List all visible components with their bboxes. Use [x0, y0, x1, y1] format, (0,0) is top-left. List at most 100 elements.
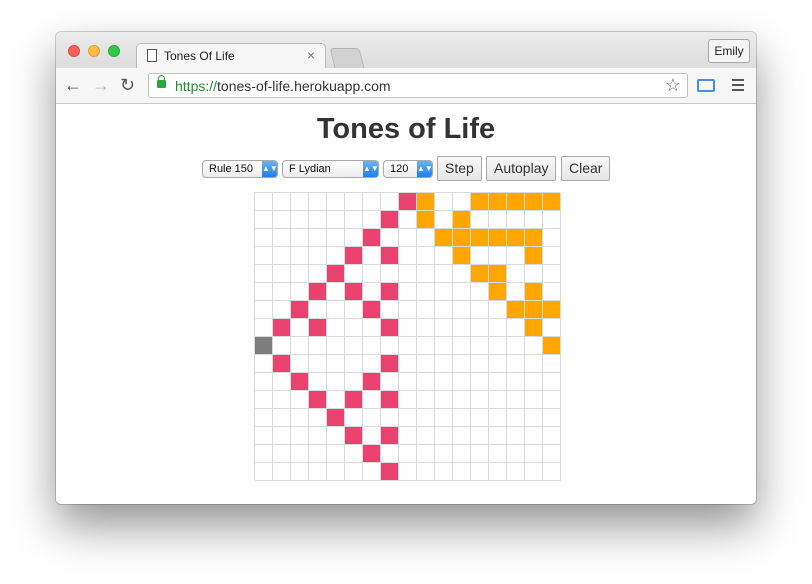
grid-cell[interactable] [543, 283, 561, 301]
grid-cell[interactable] [453, 211, 471, 229]
grid-cell[interactable] [471, 409, 489, 427]
grid-cell[interactable] [345, 409, 363, 427]
grid-cell[interactable] [417, 373, 435, 391]
grid-cell[interactable] [417, 211, 435, 229]
clear-button[interactable]: Clear [561, 156, 611, 181]
grid-cell[interactable] [327, 211, 345, 229]
grid-cell[interactable] [345, 265, 363, 283]
grid-cell[interactable] [417, 229, 435, 247]
grid-cell[interactable] [471, 445, 489, 463]
grid-cell[interactable] [291, 283, 309, 301]
grid-cell[interactable] [255, 229, 273, 247]
grid-cell[interactable] [345, 391, 363, 409]
grid-cell[interactable] [507, 445, 525, 463]
grid-cell[interactable] [543, 391, 561, 409]
grid-cell[interactable] [291, 463, 309, 481]
grid-cell[interactable] [453, 229, 471, 247]
grid-cell[interactable] [255, 427, 273, 445]
grid-cell[interactable] [525, 373, 543, 391]
grid-cell[interactable] [327, 283, 345, 301]
grid-cell[interactable] [507, 427, 525, 445]
grid-cell[interactable] [381, 337, 399, 355]
grid-cell[interactable] [435, 427, 453, 445]
grid-cell[interactable] [435, 247, 453, 265]
grid-cell[interactable] [291, 229, 309, 247]
grid-cell[interactable] [363, 355, 381, 373]
grid-cell[interactable] [363, 391, 381, 409]
grid-cell[interactable] [471, 355, 489, 373]
grid-cell[interactable] [507, 355, 525, 373]
grid-cell[interactable] [507, 265, 525, 283]
tempo-select[interactable]: 120 ▲▼ [383, 160, 433, 178]
grid-cell[interactable] [543, 229, 561, 247]
grid-cell[interactable] [399, 283, 417, 301]
grid-cell[interactable] [345, 211, 363, 229]
grid-cell[interactable] [291, 193, 309, 211]
grid-cell[interactable] [309, 319, 327, 337]
grid-cell[interactable] [273, 373, 291, 391]
grid-cell[interactable] [435, 319, 453, 337]
grid-cell[interactable] [273, 463, 291, 481]
grid-cell[interactable] [417, 355, 435, 373]
grid-cell[interactable] [525, 283, 543, 301]
grid-cell[interactable] [363, 337, 381, 355]
grid-cell[interactable] [507, 301, 525, 319]
grid-cell[interactable] [273, 355, 291, 373]
grid-cell[interactable] [255, 409, 273, 427]
grid-cell[interactable] [489, 247, 507, 265]
back-arrow-icon[interactable]: ← [64, 74, 82, 96]
grid-cell[interactable] [345, 427, 363, 445]
grid-cell[interactable] [489, 301, 507, 319]
grid-cell[interactable] [453, 265, 471, 283]
grid-cell[interactable] [489, 373, 507, 391]
grid-cell[interactable] [453, 247, 471, 265]
grid-cell[interactable] [399, 373, 417, 391]
grid-cell[interactable] [309, 247, 327, 265]
grid-cell[interactable] [273, 391, 291, 409]
grid-cell[interactable] [345, 463, 363, 481]
grid-cell[interactable] [291, 445, 309, 463]
grid-cell[interactable] [381, 283, 399, 301]
grid-cell[interactable] [381, 319, 399, 337]
grid-cell[interactable] [291, 265, 309, 283]
grid-cell[interactable] [309, 409, 327, 427]
grid-cell[interactable] [543, 247, 561, 265]
grid-cell[interactable] [453, 391, 471, 409]
grid-cell[interactable] [363, 301, 381, 319]
grid-cell[interactable] [399, 463, 417, 481]
grid-cell[interactable] [453, 409, 471, 427]
grid-cell[interactable] [255, 463, 273, 481]
grid-cell[interactable] [417, 391, 435, 409]
grid-cell[interactable] [471, 301, 489, 319]
grid-cell[interactable] [255, 337, 273, 355]
cast-icon[interactable] [697, 79, 715, 92]
grid-cell[interactable] [399, 409, 417, 427]
grid-cell[interactable] [453, 373, 471, 391]
grid-cell[interactable] [255, 445, 273, 463]
grid-cell[interactable] [291, 301, 309, 319]
grid-cell[interactable] [273, 301, 291, 319]
grid-cell[interactable] [363, 283, 381, 301]
grid-cell[interactable] [453, 193, 471, 211]
grid-cell[interactable] [291, 373, 309, 391]
grid-cell[interactable] [363, 319, 381, 337]
grid-cell[interactable] [525, 229, 543, 247]
grid-cell[interactable] [435, 391, 453, 409]
grid-cell[interactable] [399, 301, 417, 319]
grid-cell[interactable] [471, 247, 489, 265]
grid-cell[interactable] [489, 211, 507, 229]
grid-cell[interactable] [471, 193, 489, 211]
grid-cell[interactable] [435, 229, 453, 247]
grid-cell[interactable] [273, 283, 291, 301]
grid-cell[interactable] [309, 283, 327, 301]
grid-cell[interactable] [489, 283, 507, 301]
grid-cell[interactable] [273, 247, 291, 265]
grid-cell[interactable] [363, 373, 381, 391]
grid-cell[interactable] [543, 319, 561, 337]
grid-cell[interactable] [363, 229, 381, 247]
grid-cell[interactable] [363, 427, 381, 445]
rule-select[interactable]: Rule 150 ▲▼ [202, 160, 278, 178]
grid-cell[interactable] [543, 427, 561, 445]
grid-cell[interactable] [327, 445, 345, 463]
grid-cell[interactable] [291, 319, 309, 337]
